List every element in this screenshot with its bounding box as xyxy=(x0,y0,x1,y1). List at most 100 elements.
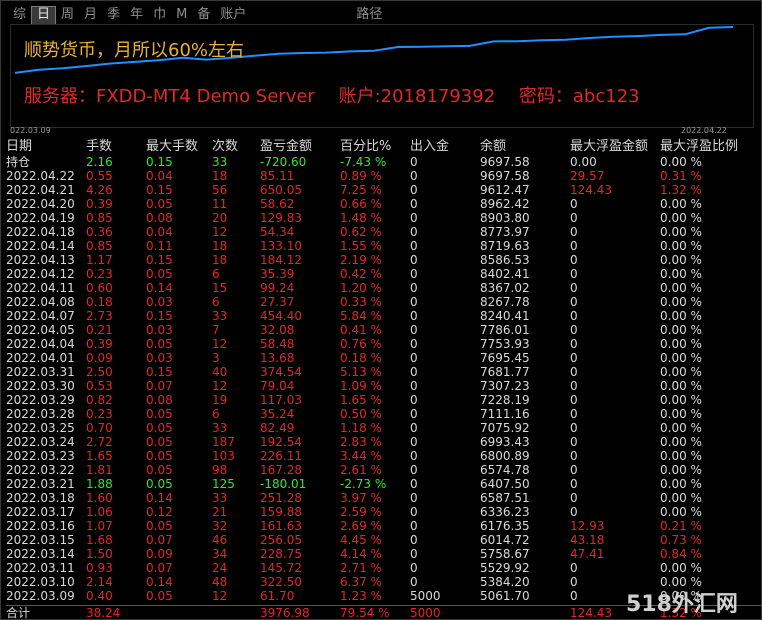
header-count[interactable]: 次数 xyxy=(212,140,260,155)
header-max-lots[interactable]: 最大手数 xyxy=(146,140,212,155)
table-row[interactable]: 2022.03.14 1.50 0.09 34 228.75 4.14 % 0 5758.67… xyxy=(6,547,762,561)
table-row[interactable]: 2022.04.14 0.85 0.11 18 133.10 1.55 % 0 8719.63… xyxy=(6,239,762,253)
table-row[interactable]: 2022.04.01 0.09 0.03 3 13.68 0.18 % 0 7695.45 0 0… xyxy=(6,351,762,365)
cell-pnl: 374.54 xyxy=(260,365,302,379)
header-balance[interactable]: 余额 xyxy=(480,140,570,155)
cell-max-float-pct: 0.00 % xyxy=(660,295,702,309)
cell-max-lots: 0.15 xyxy=(146,309,173,323)
table-row[interactable]: 2022.04.18 0.36 0.04 12 54.34 0.62 % 0 8773.97 0… xyxy=(6,225,762,239)
table-row[interactable]: 2022.03.18 1.60 0.14 33 251.28 3.97 % 0 6587.51… xyxy=(6,491,762,505)
cell-pct: 1.48 % xyxy=(340,211,382,225)
header-max-float-pct[interactable]: 最大浮盈比例 xyxy=(660,140,762,155)
tab-10[interactable]: 路径 xyxy=(351,6,387,24)
cell-balance: 7075.92 xyxy=(480,421,530,435)
table-row[interactable]: 2022.04.13 1.17 0.15 18 184.12 2.19 % 0 8586.53… xyxy=(6,253,762,267)
cell-date: 2022.03.29 xyxy=(6,393,75,407)
table-row[interactable]: 2022.03.31 2.50 0.15 40 374.54 5.13 % 0 7681.77… xyxy=(6,365,762,379)
tab-3[interactable]: 月 xyxy=(79,6,102,24)
table-row[interactable]: 2022.03.29 0.82 0.08 19 117.03 1.65 % 0 7228.19… xyxy=(6,393,762,407)
table-row[interactable]: 2022.04.11 0.60 0.14 15 99.24 1.20 % 0 8367.02 0… xyxy=(6,281,762,295)
table-row[interactable]: 2022.04.21 4.26 0.15 56 650.05 7.25 % 0 9612.47… xyxy=(6,183,762,197)
table-row[interactable]: 2022.03.22 1.81 0.05 98 167.28 2.61 % 0 6574.78… xyxy=(6,463,762,477)
table-row[interactable]: 2022.04.05 0.21 0.03 7 32.08 0.41 % 0 7786.01 0 0… xyxy=(6,323,762,337)
cell-inout: 0 xyxy=(410,575,418,589)
cell-balance: 8402.41 xyxy=(480,267,530,281)
cell-max-float-pct: 0.00 % xyxy=(660,323,702,337)
cell-lots: 4.26 xyxy=(86,183,113,197)
cell-lots: 1.07 xyxy=(86,519,113,533)
cell-date: 2022.03.31 xyxy=(6,365,75,379)
table-row[interactable]: 2022.03.15 1.68 0.07 46 256.05 4.45 % 0 6014.72… xyxy=(6,533,762,547)
table-row[interactable]: 2022.04.07 2.73 0.15 33 454.40 5.84 % 0 8240.41… xyxy=(6,309,762,323)
table-row[interactable]: 2022.03.17 1.06 0.12 21 159.88 2.59 % 0 6336.23… xyxy=(6,505,762,519)
header-pnl[interactable]: 盈亏金额 xyxy=(260,140,340,155)
tab-2[interactable]: 周 xyxy=(56,6,79,24)
cell-lots: 2.73 xyxy=(86,309,113,323)
cell-pct: 1.23 % xyxy=(340,589,382,603)
cell-pnl: 251.28 xyxy=(260,491,302,505)
cell-pnl: 650.05 xyxy=(260,183,302,197)
table-row[interactable]: 2022.03.24 2.72 0.05 187 192.54 2.83 % 0 6993.4… xyxy=(6,435,762,449)
cell-max-lots: 0.05 xyxy=(146,421,173,435)
cell-balance: 9697.58 xyxy=(480,169,530,183)
table-row[interactable]: 2022.04.19 0.85 0.08 20 129.83 1.48 % 0 8903.80… xyxy=(6,211,762,225)
tab-1[interactable]: 日 xyxy=(31,6,57,26)
table-row[interactable]: 2022.03.28 0.23 0.05 6 35.24 0.50 % 0 7111.16 0 0… xyxy=(6,407,762,421)
header-lots[interactable]: 手数 xyxy=(86,140,146,155)
cell-date: 2022.03.21 xyxy=(6,477,75,491)
table-row[interactable]: 2022.03.16 1.07 0.05 32 161.63 2.69 % 0 6176.35… xyxy=(6,519,762,533)
cell-pct: 2.19 % xyxy=(340,253,382,267)
cell-balance: 7228.19 xyxy=(480,393,530,407)
cell-pnl: 226.11 xyxy=(260,449,302,463)
cell-max-float-pct: 0.00 % xyxy=(660,505,702,519)
tab-0[interactable]: 综 xyxy=(8,6,31,24)
table-row[interactable]: 2022.03.25 0.70 0.05 33 82.49 1.18 % 0 7075.92 0… xyxy=(6,421,762,435)
tab-9[interactable]: 账户 xyxy=(215,6,251,24)
cell-max-float: 29.57 xyxy=(570,169,605,183)
cell-max-float: 0 xyxy=(570,281,578,295)
table-row[interactable]: 2022.04.22 0.55 0.04 18 85.11 0.89 % 0 9697.58 2… xyxy=(6,169,762,183)
table-row[interactable]: 2022.04.04 0.39 0.05 12 58.48 0.76 % 0 7753.93 0… xyxy=(6,337,762,351)
cell-pnl: 192.54 xyxy=(260,435,302,449)
table-row[interactable]: 2022.03.11 0.93 0.07 24 145.72 2.71 % 0 5529.92… xyxy=(6,561,762,575)
cell-inout: 0 xyxy=(410,183,418,197)
cell-max-float: 0 xyxy=(570,351,578,365)
cell-count: 12 xyxy=(212,225,228,239)
header-pct[interactable]: 百分比% xyxy=(340,140,410,155)
cell-count: 6 xyxy=(212,407,220,421)
table-row[interactable]: 2022.03.21 1.88 0.05 125 -180.01 -2.73 % 0 6407… xyxy=(6,477,762,491)
cell-max-lots: 0.05 xyxy=(146,435,173,449)
table-row[interactable]: 2022.04.20 0.39 0.05 11 58.62 0.66 % 0 8962.42 0… xyxy=(6,197,762,211)
cell-max-lots: 0.04 xyxy=(146,169,173,183)
cell-count xyxy=(212,606,260,620)
cell-pct: 6.37 % xyxy=(340,575,382,589)
cell-pct: 1.65 % xyxy=(340,393,382,407)
header-max-float[interactable]: 最大浮盈金额 xyxy=(570,140,660,155)
cell-balance: 5758.67 xyxy=(480,547,530,561)
tab-8[interactable]: 备 xyxy=(192,6,215,24)
table-row[interactable]: 持仓 2.16 0.15 33 -720.60 -7.43 % 0 9697.58 0.00 0.… xyxy=(6,155,762,169)
header-date[interactable]: 日期 xyxy=(6,140,86,155)
cell-date: 2022.03.24 xyxy=(6,435,75,449)
table-row[interactable]: 2022.03.23 1.65 0.05 103 226.11 3.44 % 0 6800.8… xyxy=(6,449,762,463)
cell-balance: 7786.01 xyxy=(480,323,530,337)
tab-4[interactable]: 季 xyxy=(102,6,125,24)
cell-balance: 9612.47 xyxy=(480,183,530,197)
tab-7[interactable]: M xyxy=(171,6,192,24)
cell-count: 18 xyxy=(212,253,228,267)
cell-date: 2022.03.14 xyxy=(6,547,75,561)
cell-max-float-pct: 0.00 % xyxy=(660,351,702,365)
table-row[interactable]: 2022.03.30 0.53 0.07 12 79.04 1.09 % 0 7307.23 0… xyxy=(6,379,762,393)
cell-pnl: 32.08 xyxy=(260,323,295,337)
cell-balance: 7681.77 xyxy=(480,365,530,379)
cell-inout: 0 xyxy=(410,197,418,211)
tab-5[interactable]: 年 xyxy=(125,6,148,24)
site-watermark: 518外汇网 xyxy=(626,592,738,617)
cell-max-float-pct: 0.00 % xyxy=(660,281,702,295)
cell-balance: 6574.78 xyxy=(480,463,530,477)
tab-6[interactable]: 巾 xyxy=(148,6,171,24)
header-inout[interactable]: 出入金 xyxy=(410,140,480,155)
cell-pct: 0.18 % xyxy=(340,351,382,365)
table-row[interactable]: 2022.04.08 0.18 0.03 6 27.37 0.33 % 0 8267.78 0 0… xyxy=(6,295,762,309)
table-row[interactable]: 2022.04.12 0.23 0.05 6 35.39 0.42 % 0 8402.41 0 0… xyxy=(6,267,762,281)
